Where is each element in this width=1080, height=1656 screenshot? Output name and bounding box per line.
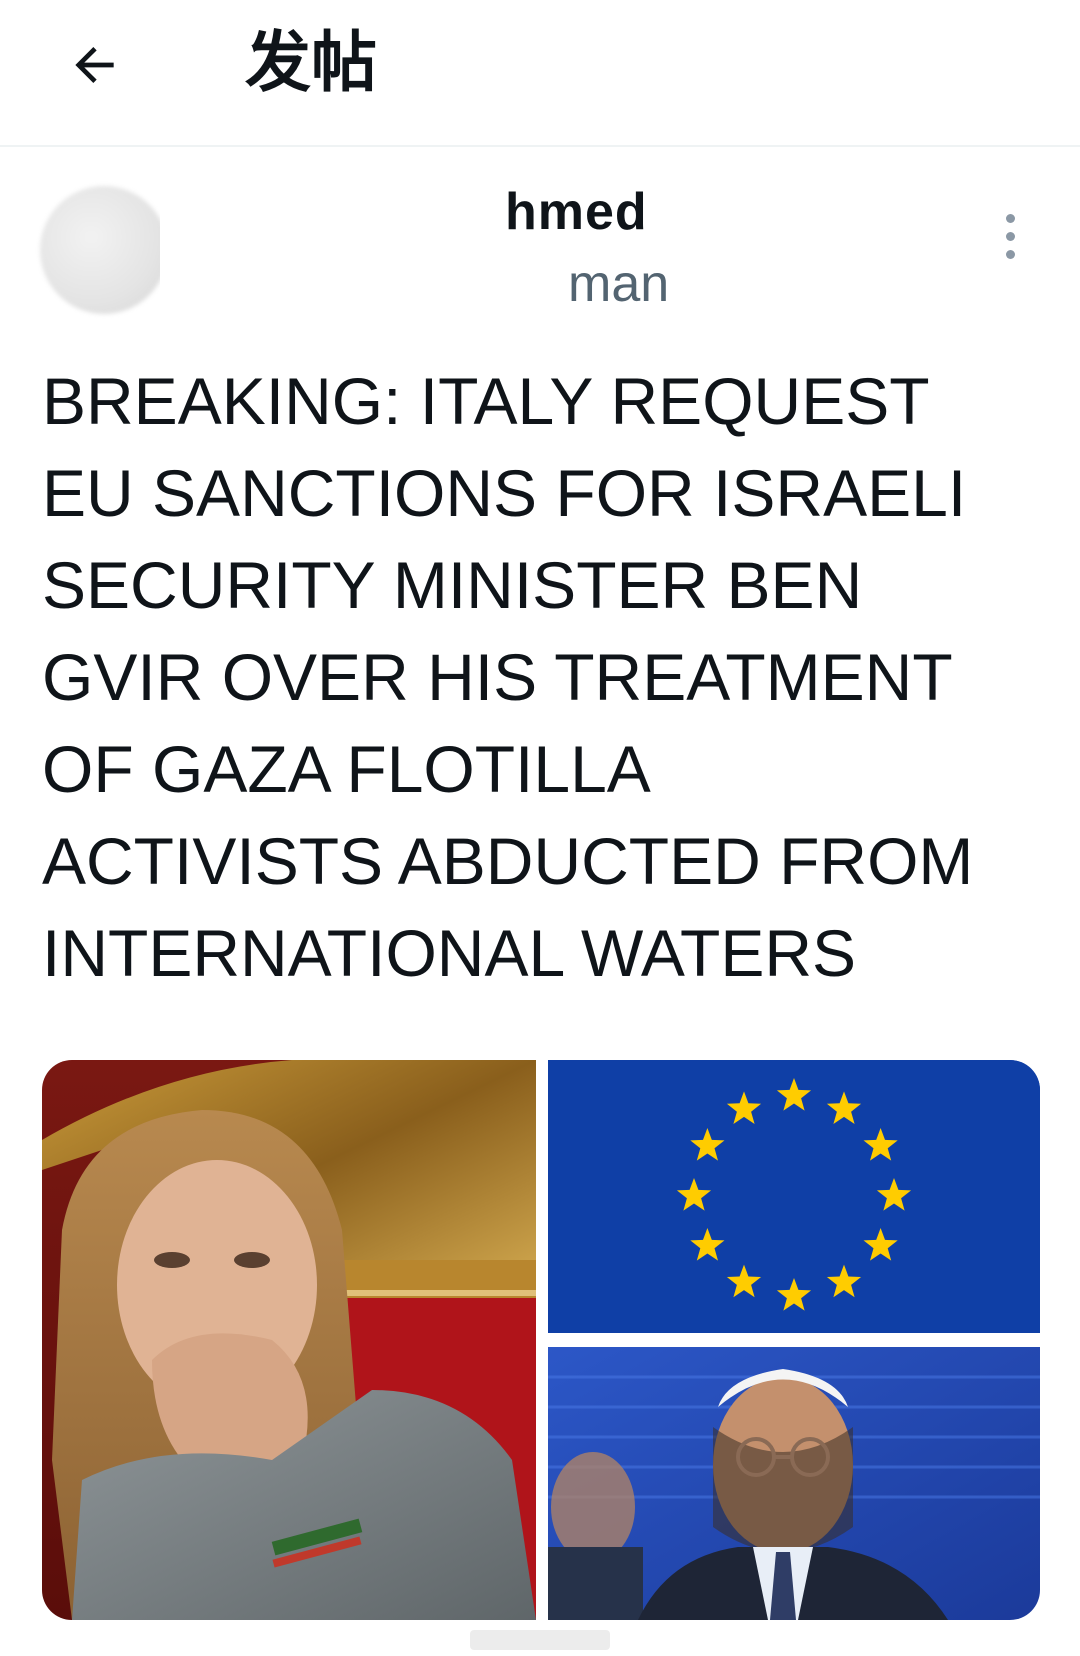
author-handle[interactable]: man	[568, 254, 669, 314]
more-vertical-icon-dot	[1005, 249, 1015, 259]
scroll-indicator	[470, 1630, 610, 1650]
more-vertical-icon	[1005, 213, 1015, 223]
redacted-area	[160, 186, 560, 306]
media-grid	[42, 1060, 1040, 1620]
back-button[interactable]	[52, 22, 138, 108]
more-options-button[interactable]	[985, 201, 1035, 271]
post-author-row: hmed man	[0, 146, 1080, 346]
more-vertical-icon-dot	[1005, 231, 1015, 241]
post-text: BREAKING: ITALY REQUEST EU SANCTIONS FOR…	[42, 364, 974, 990]
woman-at-parliament-photo[interactable]	[42, 1060, 536, 1620]
top-bar: 发帖	[0, 0, 1080, 147]
avatar[interactable]	[40, 186, 168, 314]
man-with-kippah-image	[548, 1347, 1040, 1620]
author-display-name[interactable]: hmed	[505, 182, 648, 242]
eu-flag-image	[548, 1060, 1040, 1333]
eu-flag-photo[interactable]	[548, 1060, 1040, 1333]
arrow-left-icon	[75, 47, 114, 83]
woman-at-parliament-image	[42, 1060, 536, 1620]
page-title: 发帖	[245, 24, 377, 101]
man-with-kippah-photo[interactable]	[548, 1347, 1040, 1620]
